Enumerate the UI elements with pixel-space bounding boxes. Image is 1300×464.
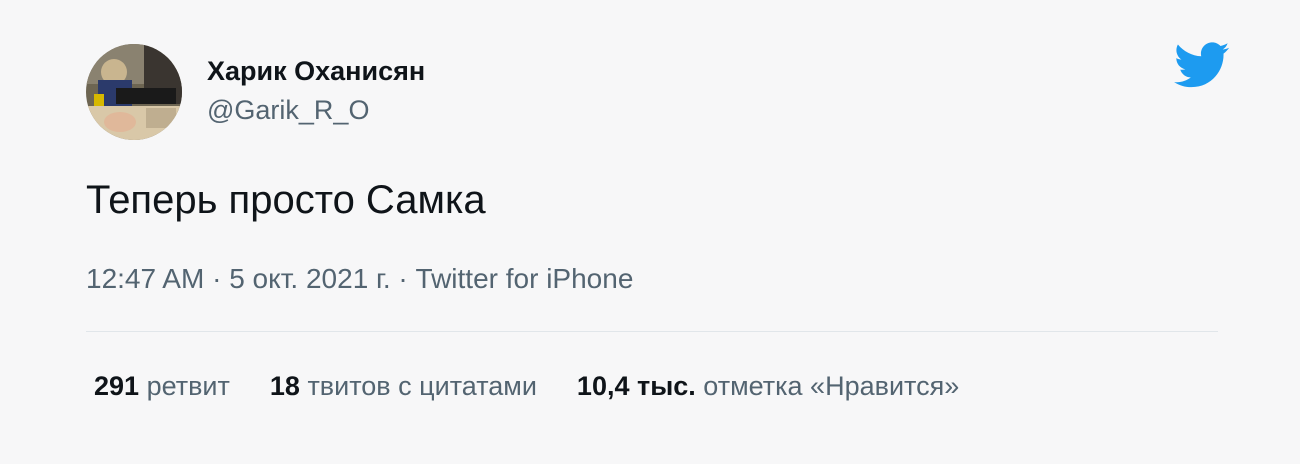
- avatar[interactable]: [86, 44, 182, 140]
- retweets-count: 291: [94, 371, 140, 401]
- tweet-meta: 12:47 AM · 5 окт. 2021 г. · Twitter for …: [86, 262, 633, 296]
- quotes-stat[interactable]: 18 твитов с цитатами: [270, 369, 537, 403]
- retweets-label: ретвит: [146, 371, 230, 401]
- author-display-name[interactable]: Харик Оханисян: [207, 55, 425, 87]
- meta-separator: ·: [390, 263, 416, 294]
- meta-separator: ·: [204, 263, 230, 294]
- likes-stat[interactable]: 10,4 тыс. отметка «Нравится»: [577, 369, 959, 403]
- twitter-bird-icon[interactable]: [1174, 42, 1230, 90]
- quotes-label: твитов с цитатами: [307, 371, 537, 401]
- likes-count: 10,4 тыс.: [576, 371, 696, 401]
- tweet-stats: 291 ретвит 18 твитов с цитатами 10,4 тыс…: [94, 369, 959, 403]
- tweet-date[interactable]: 5 окт. 2021 г.: [229, 263, 390, 294]
- quotes-count: 18: [269, 371, 300, 401]
- tweet-time[interactable]: 12:47 AM: [86, 263, 204, 294]
- divider: [86, 331, 1218, 332]
- tweet-card: Харик Оханисян @Garik_R_O Теперь просто …: [0, 0, 1300, 464]
- tweet-source[interactable]: Twitter for iPhone: [416, 263, 634, 294]
- tweet-text: Теперь просто Самка: [86, 178, 486, 222]
- retweets-stat[interactable]: 291 ретвит: [94, 369, 230, 403]
- likes-label: отметка «Нравится»: [703, 371, 960, 401]
- author-handle[interactable]: @Garik_R_O: [207, 94, 369, 126]
